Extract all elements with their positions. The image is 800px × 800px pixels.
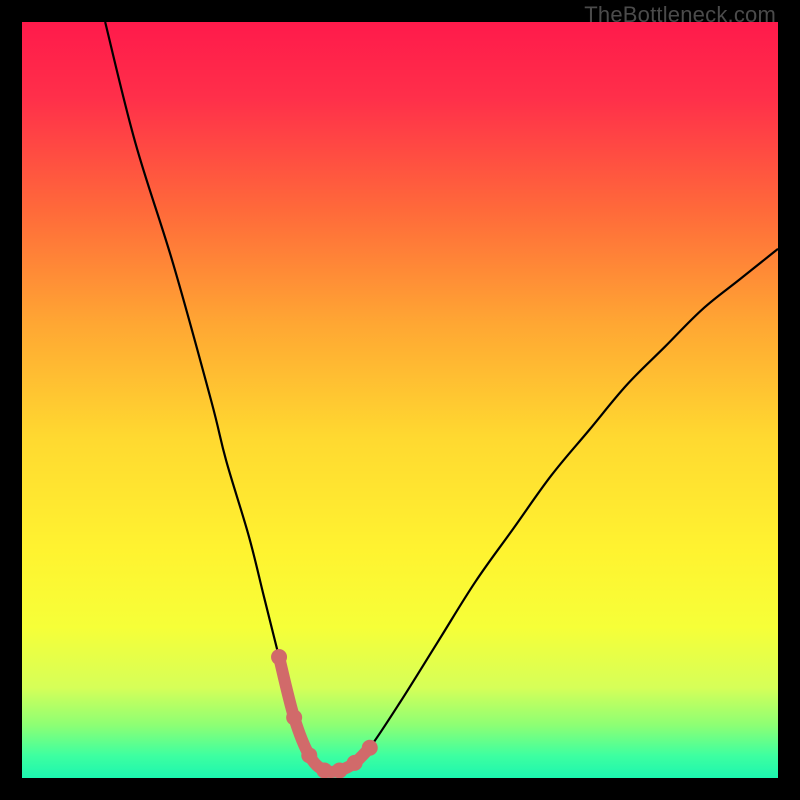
highlight-point bbox=[286, 710, 302, 726]
plot-area bbox=[22, 22, 778, 778]
highlight-point bbox=[362, 740, 378, 756]
watermark-text: TheBottleneck.com bbox=[584, 2, 776, 28]
chart-canvas bbox=[22, 22, 778, 778]
highlight-point bbox=[316, 762, 332, 778]
chart-stage: TheBottleneck.com bbox=[0, 0, 800, 800]
optimal-highlight bbox=[271, 649, 378, 778]
highlight-point bbox=[301, 747, 317, 763]
highlight-point bbox=[332, 762, 348, 778]
bottleneck-curve bbox=[105, 22, 778, 772]
highlight-point bbox=[347, 755, 363, 771]
highlight-point bbox=[271, 649, 287, 665]
